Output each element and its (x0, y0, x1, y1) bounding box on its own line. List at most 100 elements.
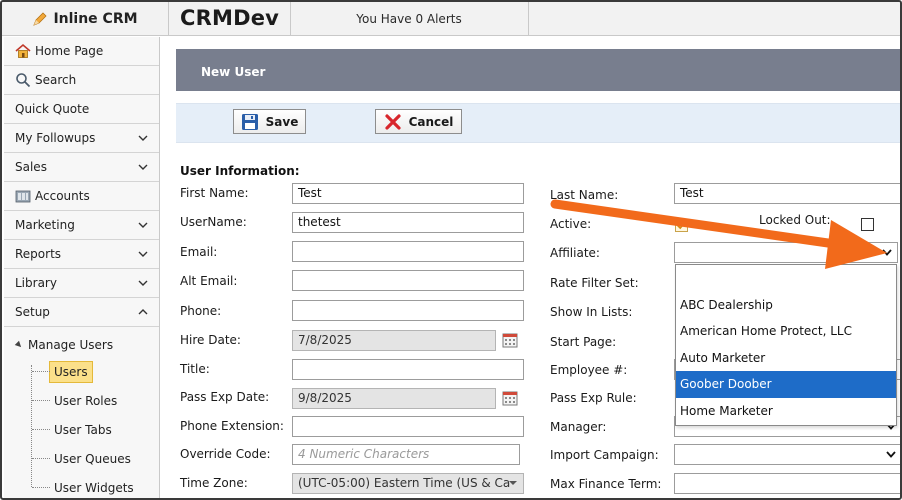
tree-item-user-roles[interactable]: User Roles (4, 386, 159, 415)
sidebar-item-label: My Followups (15, 131, 96, 145)
phone-label: Phone: (180, 304, 222, 318)
save-icon (241, 113, 258, 130)
page-title: New User (176, 49, 900, 91)
environment-title: CRMDev (180, 6, 280, 30)
sidebar-item-label: Accounts (35, 189, 90, 203)
affiliate-label: Affiliate: (550, 246, 600, 260)
username-label: UserName: (180, 215, 247, 229)
sidebar-item-label: Setup (15, 305, 50, 319)
locked-out-label: Locked Out: (759, 213, 831, 227)
dropdown-option[interactable]: American Home Protect, LLC (676, 318, 896, 345)
close-icon (384, 113, 401, 130)
override-code-label: Override Code: (180, 447, 271, 461)
last-name-label: Last Name: (550, 188, 619, 202)
sidebar-item-label: Quick Quote (15, 102, 90, 116)
tree-item-label: User Tabs (54, 422, 112, 437)
username-field[interactable]: thetest (292, 212, 524, 233)
sidebar-item-setup[interactable]: Setup (4, 298, 159, 327)
first-name-field[interactable]: Test (292, 183, 524, 204)
affiliate-dropdown-list: ABC Dealership American Home Protect, LL… (675, 264, 897, 426)
tree-item-user-widgets[interactable]: User Widgets (4, 473, 159, 498)
active-label: Active: (550, 217, 592, 231)
dropdown-option-highlighted[interactable]: Goober Doober (676, 371, 896, 398)
sidebar-item-my-followups[interactable]: My Followups (4, 124, 159, 153)
time-zone-label: Time Zone: (180, 476, 248, 490)
chevron-down-icon (138, 222, 148, 228)
pass-exp-rule-label: Pass Exp Rule: (550, 391, 637, 405)
dropdown-option[interactable]: Auto Marketer (676, 345, 896, 372)
sidebar-item-library[interactable]: Library (4, 269, 159, 298)
setup-tree: Manage Users Users User Roles User Tabs … (4, 327, 159, 498)
cancel-button-label: Cancel (408, 114, 454, 129)
affiliate-select[interactable] (674, 242, 898, 263)
start-page-label: Start Page: (550, 335, 617, 349)
active-checkbox[interactable] (675, 219, 688, 232)
chevron-down-icon (138, 251, 148, 257)
locked-out-checkbox[interactable] (861, 218, 874, 231)
show-in-lists-label: Show In Lists: (550, 305, 633, 319)
toolbar: Save Cancel (176, 103, 900, 143)
sidebar-item-quick-quote[interactable]: Quick Quote (4, 95, 159, 124)
max-finance-term-label: Max Finance Term: (550, 477, 662, 491)
sidebar-item-home-page[interactable]: Home Page (4, 37, 159, 66)
override-code-field[interactable]: 4 Numeric Characters (292, 444, 520, 465)
top-bar: Inline CRM CRMDev You Have 0 Alerts (2, 2, 900, 36)
home-icon (15, 43, 31, 59)
alt-email-label: Alt Email: (180, 274, 238, 288)
phone-field[interactable] (292, 300, 524, 321)
pencil-logo-icon (33, 12, 48, 26)
employee-number-label: Employee #: (550, 363, 628, 377)
brand-name: Inline CRM (53, 11, 138, 27)
phone-extension-field[interactable] (292, 416, 524, 437)
accounts-icon (15, 188, 31, 204)
save-button[interactable]: Save (233, 109, 306, 134)
chevron-down-icon (886, 451, 896, 458)
calendar-icon[interactable] (502, 390, 518, 406)
brand[interactable]: Inline CRM (2, 2, 168, 36)
alt-email-field[interactable] (292, 270, 524, 291)
pass-exp-date-field[interactable]: 9/8/2025 (292, 388, 496, 409)
tree-item-label: User Roles (54, 393, 118, 408)
last-name-field[interactable]: Test (674, 183, 900, 204)
pass-exp-date-label: Pass Exp Date: (180, 390, 270, 404)
chevron-down-icon (138, 135, 148, 141)
tree-item-user-queues[interactable]: User Queues (4, 444, 159, 473)
tree-node-label: Manage Users (28, 338, 114, 352)
sidebar: Home Page Search Quick Quote My Followup… (4, 37, 160, 498)
search-icon (15, 72, 31, 88)
title-field[interactable] (292, 359, 524, 380)
sidebar-item-label: Home Page (35, 44, 104, 58)
chevron-down-icon (138, 280, 148, 286)
manager-label: Manager: (550, 420, 607, 434)
alerts-indicator[interactable]: You Have 0 Alerts (290, 2, 528, 36)
tree-item-label: User Queues (54, 451, 131, 466)
tree-item-users[interactable]: Users (4, 357, 159, 386)
sidebar-item-sales[interactable]: Sales (4, 153, 159, 182)
email-field[interactable] (292, 241, 524, 262)
first-name-label: First Name: (180, 186, 249, 200)
calendar-icon[interactable] (502, 332, 518, 348)
import-campaign-select[interactable] (674, 444, 900, 465)
max-finance-term-field[interactable] (674, 473, 900, 494)
sidebar-item-marketing[interactable]: Marketing (4, 211, 159, 240)
hire-date-field[interactable]: 7/8/2025 (292, 330, 496, 351)
chevron-up-icon (138, 309, 148, 315)
sidebar-item-search[interactable]: Search (4, 66, 159, 95)
save-button-label: Save (265, 114, 299, 129)
sidebar-item-reports[interactable]: Reports (4, 240, 159, 269)
chevron-down-icon (509, 481, 517, 485)
chevron-down-icon (138, 164, 148, 170)
cancel-button[interactable]: Cancel (375, 109, 462, 134)
chevron-down-icon (882, 249, 892, 256)
time-zone-select[interactable]: (UTC-05:00) Eastern Time (US & Ca (292, 473, 524, 494)
title-label: Title: (180, 362, 210, 376)
tree-node-manage-users[interactable]: Manage Users (4, 333, 159, 357)
sidebar-item-label: Sales (15, 160, 47, 174)
tree-item-user-tabs[interactable]: User Tabs (4, 415, 159, 444)
sidebar-item-accounts[interactable]: Accounts (4, 182, 159, 211)
tree-item-label: Users (49, 360, 93, 383)
dropdown-option-blank[interactable] (676, 265, 896, 292)
dropdown-option[interactable]: Home Marketer (676, 398, 896, 425)
dropdown-option[interactable]: ABC Dealership (676, 292, 896, 319)
phone-extension-label: Phone Extension: (180, 419, 284, 433)
